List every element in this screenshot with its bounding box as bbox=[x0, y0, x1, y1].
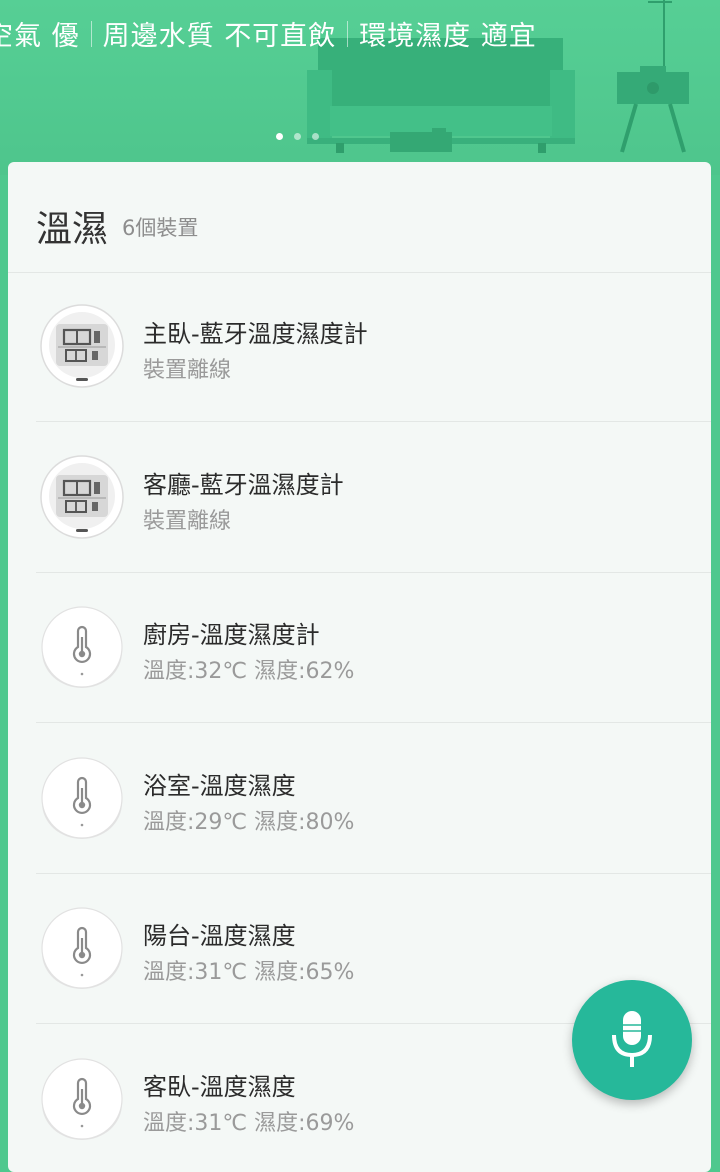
device-name: 浴室-溫度濕度 bbox=[143, 766, 296, 801]
thermometer-sensor-icon bbox=[40, 906, 124, 990]
thermometer-sensor-icon bbox=[40, 1057, 124, 1141]
lcd-hygrometer-icon bbox=[40, 304, 124, 388]
air-quality-label: 空氣 bbox=[0, 21, 42, 52]
page-dot[interactable] bbox=[276, 133, 283, 140]
humidity-label: 環境濕度 bbox=[359, 21, 471, 52]
thermometer-sensor-icon bbox=[40, 756, 124, 840]
ticker-divider bbox=[347, 21, 348, 47]
device-status: 裝置離線 bbox=[143, 503, 231, 535]
environment-banner[interactable]: 空氣 優 周邊水質 不可直飲 環境濕度 適宜 bbox=[0, 0, 720, 175]
voice-assistant-button[interactable] bbox=[572, 980, 692, 1100]
device-row[interactable]: 廚房-溫度濕度計溫度:32℃ 濕度:62% bbox=[36, 573, 711, 723]
ticker-divider bbox=[91, 21, 92, 47]
water-quality-item: 周邊水質 不可直飲 bbox=[103, 14, 337, 53]
humidity-value: 適宜 bbox=[481, 21, 537, 52]
device-status: 溫度:31℃ 濕度:69% bbox=[143, 1105, 354, 1137]
page-dot[interactable] bbox=[312, 133, 319, 140]
device-count: 6個裝置 bbox=[122, 212, 198, 242]
environment-ticker: 空氣 優 周邊水質 不可直飲 環境濕度 適宜 bbox=[0, 14, 537, 53]
device-name: 陽台-溫度濕度 bbox=[143, 916, 296, 951]
device-status: 裝置離線 bbox=[143, 352, 231, 384]
water-quality-label: 周邊水質 bbox=[103, 21, 215, 52]
lcd-hygrometer-icon bbox=[40, 455, 124, 539]
card-header: 溫濕 6個裝置 bbox=[8, 162, 711, 273]
device-status: 溫度:32℃ 濕度:62% bbox=[143, 653, 354, 685]
page-indicator bbox=[276, 133, 319, 140]
microphone-icon bbox=[609, 1009, 655, 1071]
device-status: 溫度:29℃ 濕度:80% bbox=[143, 804, 354, 836]
air-quality-value: 優 bbox=[52, 21, 80, 52]
device-name: 客臥-溫度濕度 bbox=[143, 1067, 296, 1102]
thermometer-sensor-icon bbox=[40, 605, 124, 689]
group-title: 溫濕 bbox=[36, 200, 108, 252]
device-name: 客廳-藍牙溫濕度計 bbox=[143, 465, 344, 500]
page-dot[interactable] bbox=[294, 133, 301, 140]
device-row[interactable]: 主臥-藍牙溫度濕度計裝置離線 bbox=[36, 272, 711, 422]
device-row[interactable]: 浴室-溫度濕度溫度:29℃ 濕度:80% bbox=[36, 724, 711, 874]
air-quality-item: 空氣 優 bbox=[0, 14, 80, 53]
device-name: 主臥-藍牙溫度濕度計 bbox=[143, 314, 368, 349]
device-row[interactable]: 客廳-藍牙溫濕度計裝置離線 bbox=[36, 423, 711, 573]
device-name: 廚房-溫度濕度計 bbox=[143, 615, 320, 650]
water-quality-value: 不可直飲 bbox=[224, 21, 336, 52]
humidity-item: 環境濕度 適宜 bbox=[359, 14, 537, 53]
device-status: 溫度:31℃ 濕度:65% bbox=[143, 954, 354, 986]
